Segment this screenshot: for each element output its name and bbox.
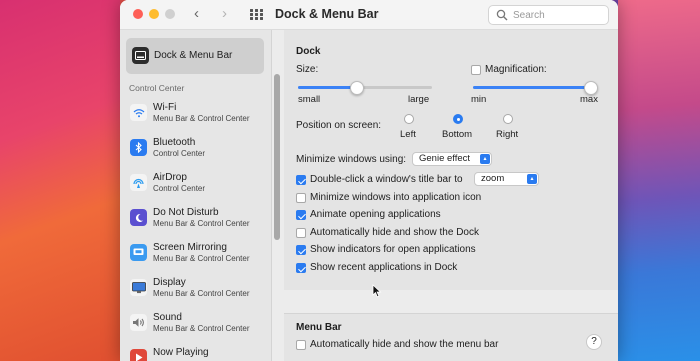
sidebar-item-dock-menu-bar[interactable]: Dock & Menu Bar [126, 38, 264, 74]
chevron-updown-icon: ▴ [527, 174, 537, 184]
sidebar-item-sublabel: Control Center [153, 149, 206, 158]
sidebar: Dock & Menu Bar Control Center Wi-Fi Men… [120, 30, 280, 361]
minimize-into-icon-label: Minimize windows into application icon [310, 192, 482, 203]
airdrop-icon [130, 174, 147, 191]
show-recent-apps-checkbox[interactable] [296, 263, 306, 273]
show-indicators-checkbox[interactable] [296, 245, 306, 255]
position-bottom-label: Bottom [442, 129, 473, 140]
position-label: Position on screen: [296, 120, 382, 131]
autohide-menu-bar-checkbox[interactable] [296, 340, 306, 350]
display-icon [130, 279, 147, 296]
double-click-checkbox[interactable] [296, 175, 306, 185]
show-recent-apps-label: Show recent applications in Dock [310, 262, 458, 273]
dock-icon [132, 47, 149, 64]
minimize-into-icon-checkbox[interactable] [296, 193, 306, 203]
sidebar-item-label: AirDrop [153, 172, 187, 183]
moon-icon [130, 209, 147, 226]
magnification-max-label: max [580, 94, 598, 105]
screen-mirroring-icon [130, 244, 147, 261]
sidebar-item-airdrop[interactable]: AirDrop Control Center [130, 172, 270, 202]
sidebar-item-sublabel: Menu Bar & Control Center [153, 254, 250, 263]
help-button[interactable]: ? [586, 334, 602, 350]
minimize-effect-value: Genie effect [419, 153, 471, 164]
sidebar-item-label: Display [153, 277, 186, 288]
forward-arrow-icon[interactable]: › [222, 5, 227, 23]
double-click-action-popup[interactable]: zoom ▴ [474, 172, 539, 186]
sidebar-item-label: Bluetooth [153, 137, 196, 148]
position-right-radio[interactable] [503, 114, 513, 124]
magnification-min-label: min [471, 94, 487, 105]
search-placeholder: Search [513, 10, 545, 21]
sidebar-item-label: Wi-Fi [153, 102, 177, 113]
sidebar-item-wifi[interactable]: Wi-Fi Menu Bar & Control Center [130, 102, 270, 132]
sidebar-item-label: Dock & Menu Bar [154, 50, 233, 61]
magnification-label: Magnification: [485, 64, 547, 75]
position-left-radio[interactable] [404, 114, 414, 124]
animate-opening-checkbox[interactable] [296, 210, 306, 220]
autohide-dock-checkbox[interactable] [296, 228, 306, 238]
sidebar-item-sublabel: Menu Bar & Control Center [153, 114, 250, 123]
speaker-icon [130, 314, 147, 331]
sidebar-item-label: Do Not Disturb [153, 207, 219, 218]
title-bar: ‹ › Dock & Menu Bar Search [120, 0, 618, 30]
magnification-slider-knob[interactable] [584, 81, 598, 95]
sidebar-item-sublabel: Menu Bar & Control Center [153, 289, 250, 298]
play-icon [130, 349, 147, 361]
sidebar-item-bluetooth[interactable]: Bluetooth Control Center [130, 137, 270, 167]
content-pane: Dock Size: small large Magnification: mi… [284, 30, 618, 361]
sidebar-item-display[interactable]: Display Menu Bar & Control Center [130, 277, 270, 307]
sidebar-item-sublabel: Control Center [153, 184, 206, 193]
position-left-label: Left [400, 129, 416, 140]
zoom-button[interactable] [165, 9, 175, 19]
wifi-icon [130, 104, 147, 121]
sidebar-item-label: Sound [153, 312, 182, 323]
autohide-menu-bar-label: Automatically hide and show the menu bar [310, 339, 499, 350]
menu-bar-settings-panel: Menu Bar Automatically hide and show the… [284, 313, 618, 361]
sidebar-item-do-not-disturb[interactable]: Do Not Disturb Menu Bar & Control Center [130, 207, 270, 237]
size-min-label: small [298, 94, 321, 105]
system-preferences-window: ‹ › Dock & Menu Bar Search Dock & Menu B… [120, 0, 618, 361]
search-icon [496, 9, 508, 21]
desktop-wallpaper-left [0, 0, 120, 361]
sidebar-item-sublabel: Menu Bar & Control Center [153, 219, 250, 228]
size-slider-knob[interactable] [350, 81, 364, 95]
back-arrow-icon[interactable]: ‹ [194, 5, 199, 23]
size-label: Size: [296, 64, 319, 75]
show-indicators-label: Show indicators for open applications [310, 244, 476, 255]
size-slider-fill [298, 86, 357, 89]
close-button[interactable] [133, 9, 143, 19]
dock-settings-panel: Dock Size: small large Magnification: mi… [284, 30, 618, 290]
search-field[interactable]: Search [488, 5, 609, 25]
minimize-effect-popup[interactable]: Genie effect ▴ [412, 152, 492, 166]
sidebar-item-label: Now Playing [153, 347, 209, 358]
chevron-updown-icon: ▴ [480, 154, 490, 164]
size-max-label: large [408, 94, 430, 105]
double-click-label: Double-click a window's title bar to [310, 174, 463, 185]
sidebar-item-sound[interactable]: Sound Menu Bar & Control Center [130, 312, 270, 342]
sidebar-item-now-playing[interactable]: Now Playing [130, 347, 270, 361]
minimize-button[interactable] [149, 9, 159, 19]
sidebar-item-screen-mirroring[interactable]: Screen Mirroring Menu Bar & Control Cent… [130, 242, 270, 272]
section-header-control-center: Control Center [129, 83, 185, 93]
position-bottom-radio[interactable] [453, 114, 463, 124]
sidebar-item-label: Screen Mirroring [153, 242, 227, 253]
magnification-checkbox[interactable] [471, 65, 481, 75]
double-click-action-value: zoom [481, 173, 505, 184]
autohide-dock-label: Automatically hide and show the Dock [310, 227, 479, 238]
sidebar-item-sublabel: Menu Bar & Control Center [153, 324, 250, 333]
minimize-using-label: Minimize windows using: [296, 154, 407, 165]
mouse-pointer-icon [372, 284, 382, 298]
desktop-wallpaper-right [618, 0, 700, 361]
position-right-label: Right [496, 129, 519, 140]
window-title: Dock & Menu Bar [275, 7, 379, 21]
bluetooth-icon [130, 139, 147, 156]
menu-bar-heading: Menu Bar [296, 322, 342, 333]
dock-heading: Dock [296, 46, 321, 57]
magnification-slider-fill [473, 86, 591, 89]
sidebar-scrollbar[interactable] [274, 74, 280, 240]
show-all-grid-icon[interactable] [250, 9, 263, 20]
animate-opening-label: Animate opening applications [310, 209, 441, 220]
